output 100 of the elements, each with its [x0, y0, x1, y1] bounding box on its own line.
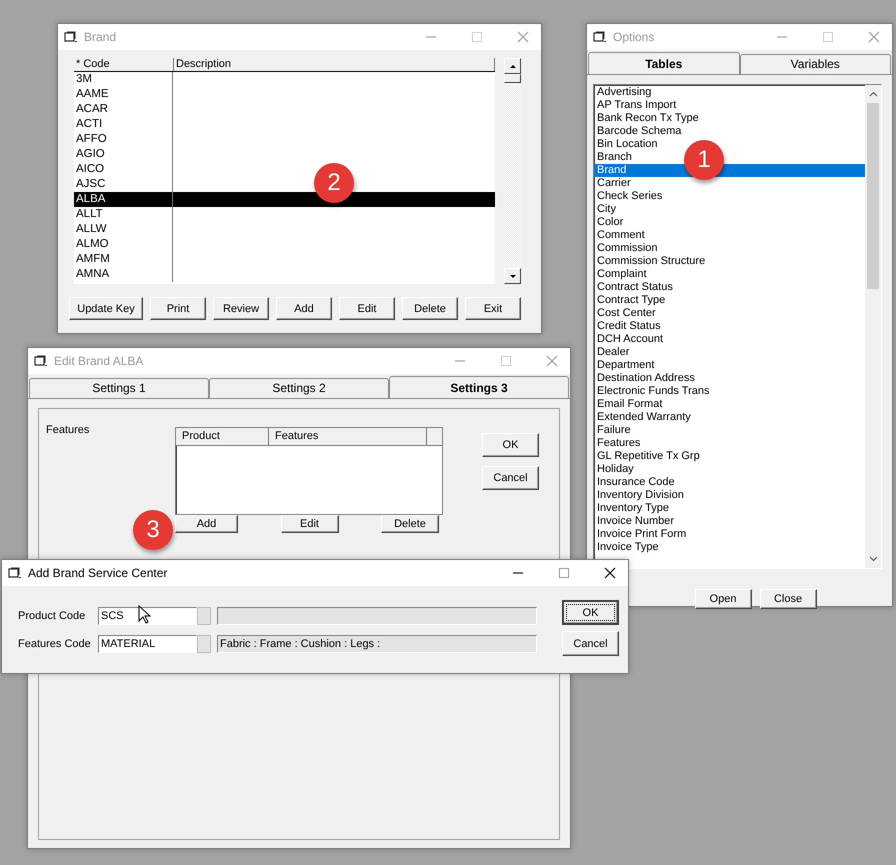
button[interactable]: Add: [276, 297, 332, 320]
button[interactable]: OK: [482, 433, 539, 457]
column-header[interactable]: Product: [176, 428, 269, 445]
column-header[interactable]: * Code: [74, 58, 174, 71]
window-icon: [8, 567, 22, 579]
button[interactable]: Print: [150, 297, 206, 320]
list-item[interactable]: Failure: [597, 424, 631, 436]
button[interactable]: Cancel: [482, 466, 539, 490]
tab[interactable]: Tables: [588, 52, 740, 74]
button[interactable]: Open: [694, 589, 752, 609]
table-cell[interactable]: AMFM: [76, 253, 110, 265]
scroll-down-button[interactable]: [504, 268, 521, 284]
close-icon[interactable]: [604, 567, 616, 579]
maximize-icon[interactable]: [558, 567, 570, 579]
list-item[interactable]: Email Format: [597, 398, 662, 410]
list-item[interactable]: Advertising: [597, 86, 652, 98]
table-cell[interactable]: AICO: [76, 163, 104, 175]
list-item[interactable]: Department: [597, 359, 654, 371]
tab[interactable]: Settings 3: [389, 376, 569, 398]
list-item[interactable]: Extended Warranty: [597, 411, 691, 423]
dropdown-button[interactable]: [197, 635, 211, 653]
list-box[interactable]: [593, 84, 882, 569]
window-title: Edit Brand ALBA: [54, 354, 144, 368]
button[interactable]: OK: [562, 600, 619, 625]
scroll-thumb[interactable]: [867, 103, 879, 289]
list-item[interactable]: Barcode Schema: [597, 125, 682, 137]
button[interactable]: Close: [760, 589, 816, 609]
list-item[interactable]: Check Series: [597, 190, 662, 202]
list-item[interactable]: Complaint: [597, 268, 647, 280]
chevron-up-icon: [868, 91, 878, 97]
input-field[interactable]: SCS: [98, 607, 197, 625]
list-item[interactable]: Bank Recon Tx Type: [597, 112, 699, 124]
list-item[interactable]: Carrier: [597, 177, 631, 189]
scroll-up-button[interactable]: [504, 58, 521, 74]
scrollbar[interactable]: [504, 58, 521, 284]
button[interactable]: Exit: [465, 297, 521, 320]
list-item[interactable]: Contract Type: [597, 294, 666, 306]
table-cell[interactable]: AJSC: [76, 178, 106, 190]
tab[interactable]: Variables: [740, 54, 891, 74]
table-cell[interactable]: ALLW: [76, 223, 106, 235]
list-item[interactable]: Brand: [597, 164, 626, 176]
table-cell[interactable]: ACAR: [76, 103, 108, 115]
list-item[interactable]: Invoice Print Form: [597, 528, 686, 540]
button[interactable]: Add: [175, 515, 238, 533]
description-field: Fabric : Frame : Cushion : Legs :: [217, 635, 537, 653]
field-label: Features Code: [18, 638, 92, 650]
list-item[interactable]: Holiday: [597, 463, 634, 475]
button[interactable]: Delete: [402, 297, 458, 320]
chevron-down-icon: [868, 556, 878, 562]
button[interactable]: Cancel: [562, 631, 619, 656]
table-cell[interactable]: ALMO: [76, 238, 109, 250]
list-item[interactable]: Branch: [597, 151, 632, 163]
list-item[interactable]: Bin Location: [597, 138, 658, 150]
window-icon: [34, 355, 48, 367]
list-item[interactable]: Commission Structure: [597, 255, 706, 267]
list-item[interactable]: Invoice Number: [597, 515, 674, 527]
button[interactable]: Delete: [381, 515, 439, 533]
data-grid[interactable]: Product Features: [175, 427, 443, 515]
list-item[interactable]: Cost Center: [597, 307, 656, 319]
list-item[interactable]: Invoice Type: [597, 541, 659, 553]
table-cell[interactable]: AMNA: [76, 268, 110, 280]
list-item[interactable]: AP Trans Import: [597, 99, 676, 111]
input-field[interactable]: MATERIAL: [98, 635, 197, 653]
list-item[interactable]: Credit Status: [597, 320, 661, 332]
list-item[interactable]: Inventory Type: [597, 502, 669, 514]
window-icon: [64, 31, 78, 43]
window-title: Add Brand Service Center: [28, 566, 168, 580]
table-cell[interactable]: AFFO: [76, 133, 107, 145]
list-item[interactable]: Color: [597, 216, 624, 228]
list-item[interactable]: Commission: [597, 242, 658, 254]
list-item[interactable]: Contract Status: [597, 281, 673, 293]
list-item[interactable]: Insurance Code: [597, 476, 675, 488]
button[interactable]: Edit: [280, 515, 338, 533]
table-cell[interactable]: AAME: [76, 88, 109, 100]
table-cell[interactable]: AGIO: [76, 148, 105, 160]
list-item[interactable]: DCH Account: [597, 333, 664, 345]
button[interactable]: Update Key: [69, 297, 143, 320]
list-item[interactable]: GL Repetitive Tx Grp: [597, 450, 700, 462]
button[interactable]: Edit: [339, 297, 395, 320]
window-icon: [593, 31, 607, 43]
column-header[interactable]: Features: [269, 428, 427, 445]
table-cell[interactable]: ALBA: [76, 193, 106, 205]
table-cell[interactable]: 3M: [76, 73, 92, 85]
list-item[interactable]: Comment: [597, 229, 645, 241]
scrollbar[interactable]: [865, 85, 881, 568]
button[interactable]: Review: [213, 297, 269, 320]
table-cell[interactable]: ALLT: [76, 208, 103, 220]
tab[interactable]: Settings 1: [29, 378, 209, 398]
window-title: Brand: [84, 30, 118, 44]
list-item[interactable]: Dealer: [597, 346, 630, 358]
list-item[interactable]: Features: [597, 437, 640, 449]
table-cell[interactable]: ACTI: [76, 118, 102, 130]
dropdown-button[interactable]: [197, 607, 211, 625]
list-item[interactable]: Destination Address: [597, 372, 695, 384]
tab[interactable]: Settings 2: [209, 378, 389, 398]
list-item[interactable]: Electronic Funds Trans: [597, 385, 710, 397]
column-header[interactable]: Description: [174, 58, 495, 71]
scroll-thumb[interactable]: [504, 74, 521, 83]
list-item[interactable]: City: [597, 203, 616, 215]
list-item[interactable]: Inventory Division: [597, 489, 684, 501]
